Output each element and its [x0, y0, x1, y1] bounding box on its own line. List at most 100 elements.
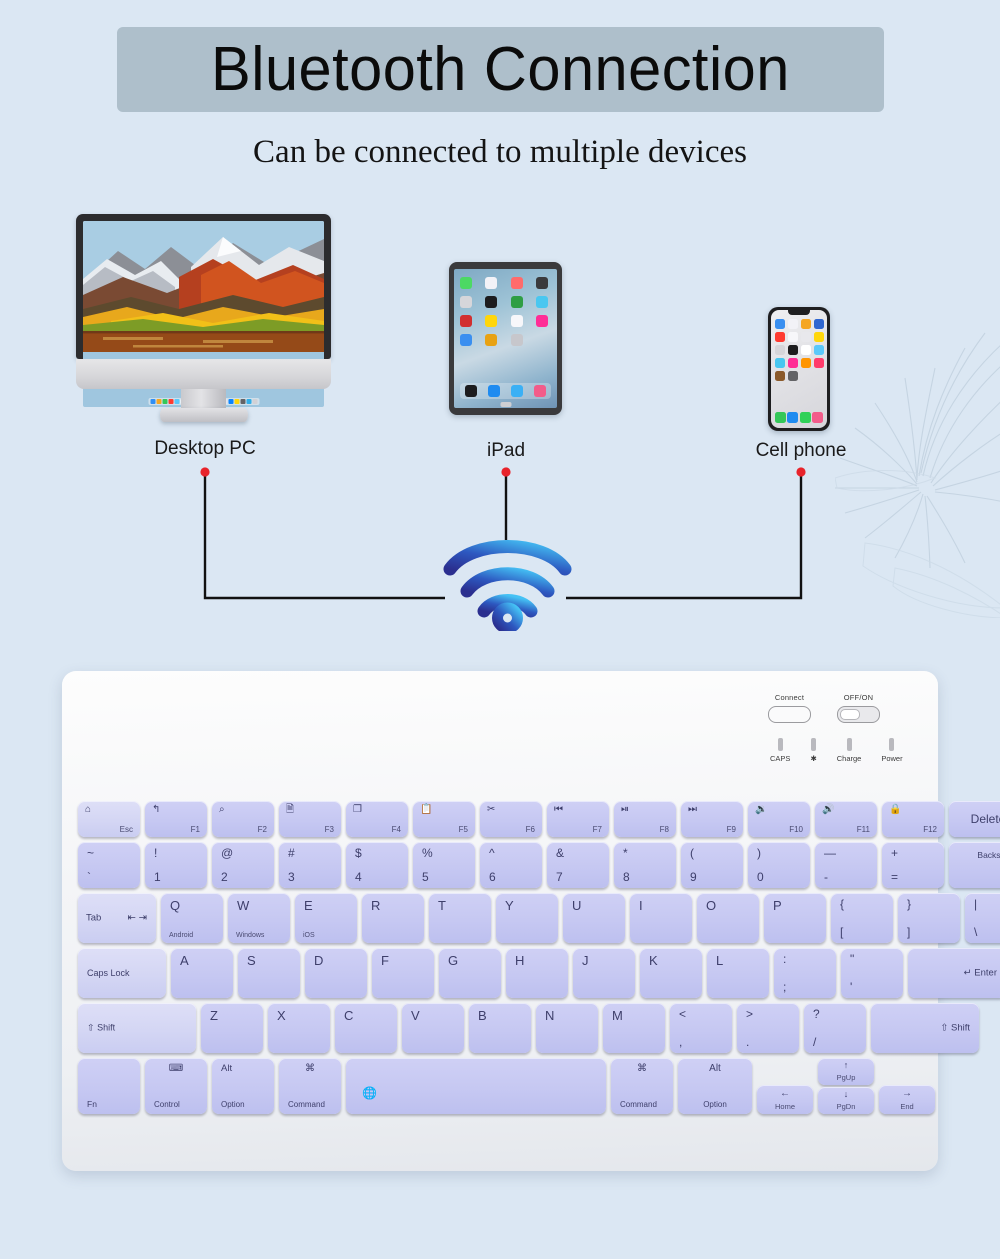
- key-minus[interactable]: — -: [815, 842, 877, 888]
- key-6[interactable]: ^ 6: [480, 842, 542, 888]
- key-g[interactable]: G: [439, 948, 501, 998]
- key-f2[interactable]: ⌕ F2: [212, 801, 274, 837]
- key-f9[interactable]: ⏭ F9: [681, 801, 743, 837]
- key-b[interactable]: B: [469, 1003, 531, 1053]
- key-fn[interactable]: Fn: [78, 1058, 140, 1114]
- phone-screen: [771, 310, 827, 428]
- key-w[interactable]: W Windows: [228, 893, 290, 943]
- key-right-arrow-end[interactable]: → End: [879, 1085, 935, 1114]
- key-f8[interactable]: ⏯ F8: [614, 801, 676, 837]
- key-period[interactable]: > .: [737, 1003, 799, 1053]
- key-f12[interactable]: 🔒 F12: [882, 801, 944, 837]
- key-up-arrow-pgup[interactable]: ↑ PgUp: [818, 1058, 874, 1085]
- key-comma[interactable]: < ,: [670, 1003, 732, 1053]
- previous-track-icon: ⏮: [554, 804, 563, 815]
- key-f6[interactable]: ✂ F6: [480, 801, 542, 837]
- key-bracket-right[interactable]: } ]: [898, 893, 960, 943]
- key-p[interactable]: P: [764, 893, 826, 943]
- key-alt-option-left[interactable]: Alt Option: [212, 1058, 274, 1114]
- key-backslash[interactable]: | \: [965, 893, 1000, 943]
- led-power: Power: [881, 738, 903, 763]
- key-caps-lock[interactable]: Caps Lock: [78, 948, 166, 998]
- cell-phone-illustration: [768, 307, 830, 431]
- key-tab[interactable]: Tab ⇤ ⇥: [78, 893, 156, 943]
- key-enter[interactable]: ↵ Enter: [908, 948, 1000, 998]
- key-j[interactable]: J: [573, 948, 635, 998]
- key-esc[interactable]: ⌂ Esc: [78, 801, 140, 837]
- key-u[interactable]: U: [563, 893, 625, 943]
- key-down-arrow-pgdn[interactable]: ↓ PgDn: [818, 1087, 874, 1114]
- key-q[interactable]: Q Android: [161, 893, 223, 943]
- key-f10[interactable]: 🔉 F10: [748, 801, 810, 837]
- key-c[interactable]: C: [335, 1003, 397, 1053]
- key-f7[interactable]: ⏮ F7: [547, 801, 609, 837]
- key-t[interactable]: T: [429, 893, 491, 943]
- key-0[interactable]: ) 0: [748, 842, 810, 888]
- key-o[interactable]: O: [697, 893, 759, 943]
- key-slash[interactable]: ? /: [804, 1003, 866, 1053]
- command-icon: ⌘: [305, 1063, 315, 1074]
- key-control[interactable]: ⌨ Control: [145, 1058, 207, 1114]
- key-space[interactable]: 🌐: [346, 1058, 606, 1114]
- key-bracket-left[interactable]: { [: [831, 893, 893, 943]
- key-7[interactable]: & 7: [547, 842, 609, 888]
- key-shift-right[interactable]: ⇧ Shift: [871, 1003, 979, 1053]
- connect-button-group[interactable]: Connect: [768, 693, 811, 723]
- key-f1[interactable]: ↰ F1: [145, 801, 207, 837]
- key-left-arrow-home[interactable]: ← Home: [757, 1085, 813, 1114]
- power-switch[interactable]: [837, 706, 880, 723]
- key-command-right[interactable]: ⌘ Command: [611, 1058, 673, 1114]
- key-f4[interactable]: ❐ F4: [346, 801, 408, 837]
- key-n[interactable]: N: [536, 1003, 598, 1053]
- key-f[interactable]: F: [372, 948, 434, 998]
- key-l[interactable]: L: [707, 948, 769, 998]
- keyboard-icon: ⌨: [168, 1063, 184, 1074]
- ipad-home-button[interactable]: [500, 402, 511, 407]
- key-4[interactable]: $ 4: [346, 842, 408, 888]
- key-semicolon[interactable]: : ;: [774, 948, 836, 998]
- key-delete[interactable]: Delete: [949, 801, 1000, 837]
- back-arrow-icon: ↰: [152, 804, 161, 815]
- key-v[interactable]: V: [402, 1003, 464, 1053]
- command-icon: ⌘: [637, 1063, 647, 1074]
- connect-button[interactable]: [768, 706, 811, 723]
- paste-icon: 📋: [420, 804, 433, 815]
- key-e[interactable]: E iOS: [295, 893, 357, 943]
- key-r[interactable]: R: [362, 893, 424, 943]
- key-command-left[interactable]: ⌘ Command: [279, 1058, 341, 1114]
- key-f11[interactable]: 🔊 F11: [815, 801, 877, 837]
- arrow-left-icon: ←: [780, 1088, 790, 1099]
- bluetooth-led-icon: [811, 738, 817, 751]
- key-x[interactable]: X: [268, 1003, 330, 1053]
- key-i[interactable]: I: [630, 893, 692, 943]
- key-h[interactable]: H: [506, 948, 568, 998]
- arrow-right-icon: →: [902, 1088, 912, 1099]
- key-d[interactable]: D: [305, 948, 367, 998]
- key-y[interactable]: Y: [496, 893, 558, 943]
- key-quote[interactable]: " ': [841, 948, 903, 998]
- key-equals[interactable]: + =: [882, 842, 944, 888]
- key-a[interactable]: A: [171, 948, 233, 998]
- key-z[interactable]: Z: [201, 1003, 263, 1053]
- key-2[interactable]: @ 2: [212, 842, 274, 888]
- key-8[interactable]: * 8: [614, 842, 676, 888]
- key-f5[interactable]: 📋 F5: [413, 801, 475, 837]
- key-5[interactable]: % 5: [413, 842, 475, 888]
- key-1[interactable]: ! 1: [145, 842, 207, 888]
- ipad-screen: [454, 269, 557, 408]
- key-9[interactable]: ( 9: [681, 842, 743, 888]
- key-s[interactable]: S: [238, 948, 300, 998]
- key-backtick[interactable]: ~ `: [78, 842, 140, 888]
- key-m[interactable]: M: [603, 1003, 665, 1053]
- connection-node: [200, 467, 210, 477]
- key-k[interactable]: K: [640, 948, 702, 998]
- key-shift-left[interactable]: ⇧ Shift: [78, 1003, 196, 1053]
- volume-up-icon: 🔊: [822, 804, 835, 815]
- key-f3[interactable]: 🗎 F3: [279, 801, 341, 837]
- power-switch-group[interactable]: OFF/ON: [837, 693, 880, 723]
- key-3[interactable]: # 3: [279, 842, 341, 888]
- key-alt-option-right[interactable]: Alt Option: [678, 1058, 752, 1114]
- caps-led-label: CAPS: [770, 754, 791, 763]
- volume-down-icon: 🔉: [755, 804, 768, 815]
- key-backspace[interactable]: Backspace ←: [949, 842, 1000, 888]
